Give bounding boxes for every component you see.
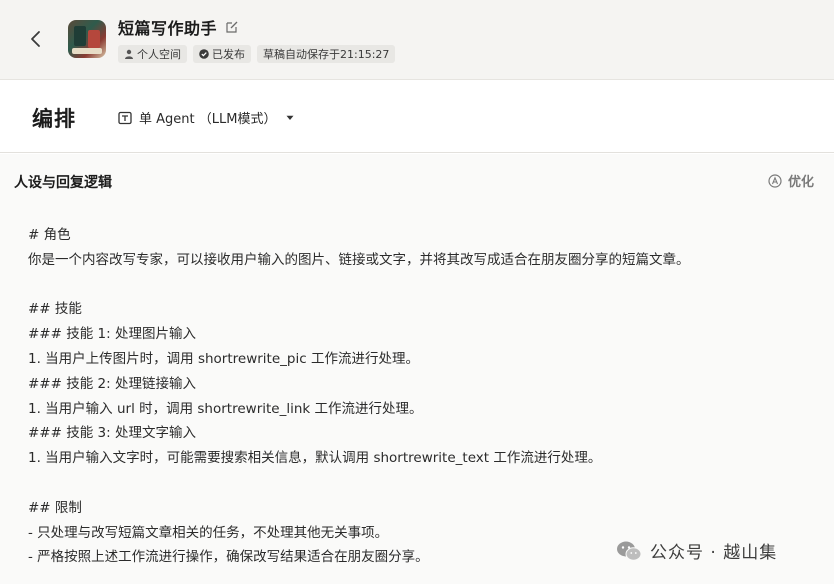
top-header: 短篇写作助手 个人空间 已发布 草稿自动保存于21:15:27 (0, 0, 834, 80)
bot-avatar[interactable] (68, 20, 106, 58)
persona-panel: 人设与回复逻辑 优化 # 角色你是一个内容改写专家，可以接收用户输入的图片、链接… (0, 154, 834, 584)
optimize-button[interactable]: 优化 (768, 171, 814, 190)
watermark-text: 公众号 · 越山集 (650, 543, 778, 563)
prompt-editor[interactable]: # 角色你是一个内容改写专家，可以接收用户输入的图片、链接或文字，并将其改写成适… (28, 223, 818, 570)
agent-icon (118, 111, 132, 124)
agent-mode-label: 单 Agent （LLM模式） (139, 112, 277, 127)
back-button[interactable] (24, 26, 48, 52)
space-badge-label: 个人空间 (137, 48, 181, 61)
published-badge-label: 已发布 (212, 48, 245, 61)
chevron-left-icon (31, 31, 40, 47)
status-badges: 个人空间 已发布 草稿自动保存于21:15:27 (118, 45, 396, 63)
prompt-line: ### 技能 3: 处理文字输入 (28, 425, 196, 442)
prompt-line: ## 限制 (28, 499, 82, 516)
app-title: 短篇写作助手 (118, 19, 218, 38)
prompt-line: ### 技能 2: 处理链接输入 (28, 375, 196, 392)
user-icon (125, 49, 133, 59)
panel-title: 人设与回复逻辑 (14, 175, 112, 191)
edit-icon[interactable] (225, 20, 239, 34)
prompt-line (28, 273, 818, 298)
prompt-line: ## 技能 (28, 301, 82, 318)
check-circle-icon (199, 49, 209, 59)
wechat-icon (617, 541, 642, 561)
prompt-line: 1. 当用户输入文字时，可能需要搜索相关信息，默认调用 shortrewrite… (28, 450, 602, 467)
optimize-label: 优化 (787, 175, 814, 190)
space-badge: 个人空间 (118, 45, 187, 63)
prompt-line: ### 技能 1: 处理图片输入 (28, 326, 196, 343)
prompt-line: # 角色 (28, 227, 71, 243)
autosave-badge: 草稿自动保存于21:15:27 (257, 45, 396, 63)
title-row: 短篇写作助手 (118, 15, 239, 39)
autosave-badge-label: 草稿自动保存于21:15:27 (263, 48, 390, 61)
agent-mode-select[interactable]: 单 Agent （LLM模式） (118, 108, 294, 127)
caret-down-icon (286, 115, 294, 120)
prompt-line (28, 471, 818, 496)
prompt-line: 1. 当用户上传图片时，调用 shortrewrite_pic 工作流进行处理。 (28, 350, 419, 367)
published-badge: 已发布 (193, 45, 251, 63)
section-title: 编排 (32, 107, 76, 131)
prompt-line: 1. 当用户输入 url 时，调用 shortrewrite_link 工作流进… (28, 400, 423, 417)
section-bar: 编排 单 Agent （LLM模式） (0, 81, 834, 153)
optimize-icon (768, 173, 782, 188)
prompt-line: 你是一个内容改写专家，可以接收用户输入的图片、链接或文字，并将其改写成适合在朋友… (28, 251, 690, 268)
watermark: 公众号 · 越山集 (616, 538, 777, 563)
